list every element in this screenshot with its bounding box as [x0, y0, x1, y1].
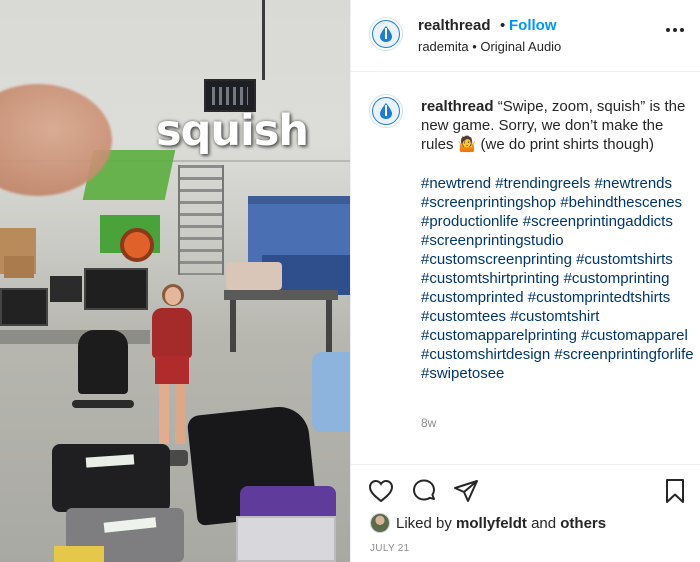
audio-line[interactable]: rademita • Original Audio	[418, 39, 561, 54]
caption-text-block: realthread “Swipe, zoom, squish” is the …	[421, 97, 691, 154]
computer-monitor	[84, 268, 148, 310]
hashtag-link[interactable]: #newtrend	[421, 175, 491, 192]
shirt-pile	[226, 262, 282, 290]
share-svg	[454, 480, 478, 502]
computer-monitor	[0, 288, 48, 326]
liked-by-line: Liked by mollyfeldt and others	[370, 512, 606, 534]
hashtag-link[interactable]: #screenprintingforlife	[554, 346, 693, 363]
hashtag-link[interactable]: #screenprintingaddicts	[523, 213, 673, 230]
caption-username[interactable]: realthread	[421, 98, 494, 115]
drying-rack	[178, 165, 224, 275]
person-leg	[175, 384, 185, 444]
heart-svg	[368, 479, 394, 503]
orange-fan	[120, 228, 154, 262]
avatar[interactable]	[370, 18, 402, 50]
realthread-logo-icon	[373, 98, 399, 124]
bookmark-svg	[666, 479, 684, 503]
plastic-bin	[236, 516, 336, 562]
hashtag-link[interactable]: #trendingreels	[495, 175, 590, 192]
video-overlay-text: squish	[156, 106, 309, 156]
person-leg	[159, 384, 169, 444]
realthread-logo-icon	[373, 21, 399, 47]
logo-drop-icon	[380, 103, 392, 119]
post-details-panel: realthread • Follow rademita • Original …	[350, 0, 700, 562]
cardboard-box	[4, 256, 34, 278]
comment-svg	[413, 479, 435, 501]
more-dot	[673, 28, 677, 32]
hashtag-link[interactable]: #screenprintingshop	[421, 194, 556, 211]
office-chair	[78, 330, 128, 394]
liker-username[interactable]: mollyfeldt	[456, 515, 527, 532]
hashtag-link[interactable]: #customtshirt	[510, 308, 599, 325]
hashtag-link[interactable]: #customscreenprinting	[421, 251, 572, 268]
heart-icon[interactable]	[367, 477, 395, 505]
hashtag-link[interactable]: #customtshirtprinting	[421, 270, 559, 287]
hashtag-link[interactable]: #customprintedtshirts	[528, 289, 671, 306]
header-separator: •	[500, 17, 506, 34]
hashtag-link[interactable]: #productionlife	[421, 213, 519, 230]
hashtag-link[interactable]: #customprinting	[564, 270, 670, 287]
yellow-shirt	[54, 546, 104, 562]
header-username[interactable]: realthread	[418, 17, 491, 34]
hashtag-list: #newtrend #trendingreels #newtrends #scr…	[421, 174, 696, 383]
hashtag-link[interactable]: #customapparelprinting	[421, 327, 577, 344]
ceiling-pipe	[262, 0, 265, 80]
action-bar: Liked by mollyfeldt and others JULY 21	[351, 464, 700, 562]
post-media[interactable]: squish	[0, 0, 350, 562]
follow-button[interactable]: Follow	[509, 17, 557, 34]
likes-others-link[interactable]: others	[560, 515, 606, 532]
person-torso	[152, 308, 192, 358]
logo-drop-icon	[380, 26, 392, 42]
liked-by-and: and	[531, 514, 557, 532]
person-shorts	[155, 356, 189, 384]
computer-monitor	[50, 276, 82, 302]
hashtag-link[interactable]: #screenprintingstudio	[421, 232, 564, 249]
hashtag-link[interactable]: #newtrends	[594, 175, 672, 192]
liked-by-prefix: Liked by	[396, 514, 452, 532]
worker-figure	[312, 352, 350, 432]
share-icon[interactable]	[452, 477, 480, 505]
table-leg	[326, 300, 332, 352]
post-date[interactable]: JULY 21	[370, 543, 410, 554]
more-dot	[680, 28, 684, 32]
office-chair-base	[72, 400, 134, 408]
comment-icon[interactable]	[410, 477, 438, 505]
more-dot	[666, 28, 670, 32]
hashtag-link[interactable]: #customtshirts	[576, 251, 673, 268]
hashtag-link[interactable]: #behindthescenes	[560, 194, 682, 211]
hashtag-link[interactable]: #customtees	[421, 308, 506, 325]
hashtag-link[interactable]: #customshirtdesign	[421, 346, 550, 363]
hashtag-link[interactable]: #customapparel	[581, 327, 688, 344]
avatar[interactable]	[370, 95, 402, 127]
hashtag-link[interactable]: #customprinted	[421, 289, 524, 306]
post-header: realthread • Follow rademita • Original …	[351, 0, 700, 72]
work-table	[224, 290, 338, 300]
person-face	[165, 287, 181, 305]
table-leg	[230, 300, 236, 352]
post-age: 8w	[421, 416, 437, 430]
bookmark-icon[interactable]	[661, 477, 689, 505]
more-options-icon[interactable]	[666, 25, 690, 35]
liker-avatar[interactable]	[370, 513, 390, 533]
hashtag-link[interactable]: #swipetosee	[421, 365, 504, 382]
folded-black-shirts	[52, 444, 170, 512]
